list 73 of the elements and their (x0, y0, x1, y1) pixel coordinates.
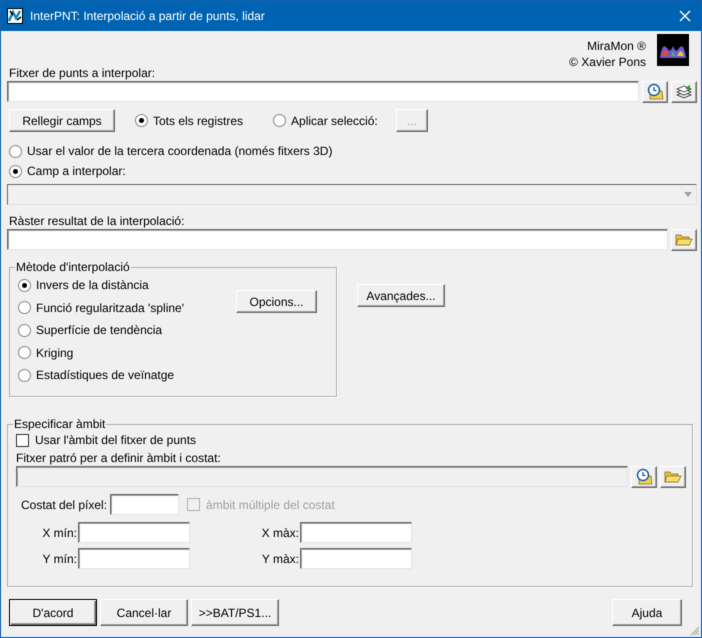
recent-file-button[interactable] (631, 466, 657, 488)
radio-label: Tots els registres (153, 114, 244, 128)
input-field[interactable] (78, 548, 190, 569)
input-field[interactable] (110, 494, 180, 515)
radio-option[interactable]: Kriging (18, 342, 236, 364)
dialog-button[interactable]: >>BAT/PS1... (191, 599, 279, 626)
radio-label: Estadístiques de veïnatge (36, 368, 174, 382)
radio-icon[interactable] (273, 114, 286, 127)
field-label: X mín: (42, 526, 77, 540)
dialog-button[interactable]: Cancel·lar (100, 599, 188, 626)
field-label: Ràster resultat de la interpolació: (9, 214, 186, 228)
radio-label: Superfície de tendència (36, 323, 162, 338)
app-icon (7, 8, 23, 24)
radio-label: Usar el valor de la tercera coordenada (només fitxers 3D) (27, 144, 332, 158)
input-field[interactable] (7, 81, 639, 102)
radio-label: Funció regularitzada 'spline' (36, 300, 184, 315)
group-title: Mètode d'interpolació (15, 260, 131, 274)
options-button[interactable]: Opcions... (236, 290, 317, 313)
radio-label: Aplicar selecció: (291, 114, 378, 128)
input-field[interactable] (78, 522, 190, 543)
radio-label: Kriging (36, 346, 74, 360)
radio-option[interactable]: Superfície de tendència (18, 319, 236, 342)
radio-option[interactable]: Usar el valor de la tercera coordenada (només fitxers 3D) (9, 141, 697, 161)
radio-icon[interactable] (18, 278, 31, 292)
browse-button[interactable] (660, 466, 686, 488)
radio-option[interactable]: Estadístiques de veïnatge (18, 364, 236, 386)
folder-icon (664, 470, 682, 484)
advanced-button[interactable]: Avançades... (357, 284, 445, 307)
radio-icon[interactable] (135, 114, 148, 127)
field-label: Y mín: (42, 552, 77, 566)
radio-option[interactable]: Aplicar selecció: (273, 114, 378, 128)
field-label: X màx: (262, 526, 299, 540)
radio-icon[interactable] (18, 324, 31, 337)
input-field[interactable] (7, 229, 668, 250)
radio-icon[interactable] (9, 164, 22, 178)
radio-icon[interactable] (18, 301, 31, 314)
radio-option[interactable]: Funció regularitzada 'spline' (18, 296, 236, 319)
checkbox-label: àmbit múltiple del costat (206, 498, 335, 512)
help-button[interactable]: Ajuda (612, 599, 682, 626)
radio-label: Invers de la distància (36, 278, 149, 292)
radio-icon[interactable] (9, 144, 22, 158)
radio-option[interactable]: Tots els registres (135, 114, 244, 128)
field-label: Y màx: (262, 552, 299, 566)
reload-fields-button[interactable]: Rellegir camps (9, 109, 115, 132)
copyright: © Xavier Pons (569, 54, 646, 70)
checkbox-label: Usar l'àmbit del fitxer de punts (35, 433, 196, 447)
resize-grip-icon[interactable] (690, 626, 700, 636)
logo-icon (657, 34, 689, 66)
dialog-button[interactable]: D'acord (9, 599, 97, 626)
field-label: Fitxer de punts a interpolar: (9, 66, 156, 80)
layers-icon (675, 83, 693, 101)
input-field[interactable] (300, 522, 412, 543)
radio-icon[interactable] (18, 346, 31, 360)
clock-folder-icon (646, 83, 664, 101)
radio-option[interactable]: Camp a interpolar: (9, 161, 697, 181)
field-label: Costat del píxel: (21, 498, 108, 512)
window-title: InterPNT: Interpolació a partir de punts, lidar (30, 9, 266, 23)
close-icon[interactable] (679, 10, 691, 22)
clock-folder-icon (635, 468, 653, 486)
radio-label: Camp a interpolar: (27, 164, 126, 178)
layers-button[interactable] (671, 81, 697, 103)
folder-icon (675, 233, 693, 247)
checkbox-option[interactable]: Usar l'àmbit del fitxer de punts (16, 431, 686, 449)
recent-file-button[interactable] (642, 81, 668, 103)
radio-icon[interactable] (18, 368, 31, 382)
checkbox[interactable] (16, 434, 29, 446)
brand-name: MiraMon ® (587, 38, 646, 54)
caret-icon (684, 192, 692, 197)
radio-option[interactable]: Invers de la distància (18, 274, 236, 296)
browse-button[interactable] (671, 229, 697, 251)
field-label: Fitxer patró per a definir àmbit i costat: (16, 451, 222, 465)
input-field[interactable] (300, 548, 412, 569)
group-title: Especificar àmbit (13, 417, 106, 431)
